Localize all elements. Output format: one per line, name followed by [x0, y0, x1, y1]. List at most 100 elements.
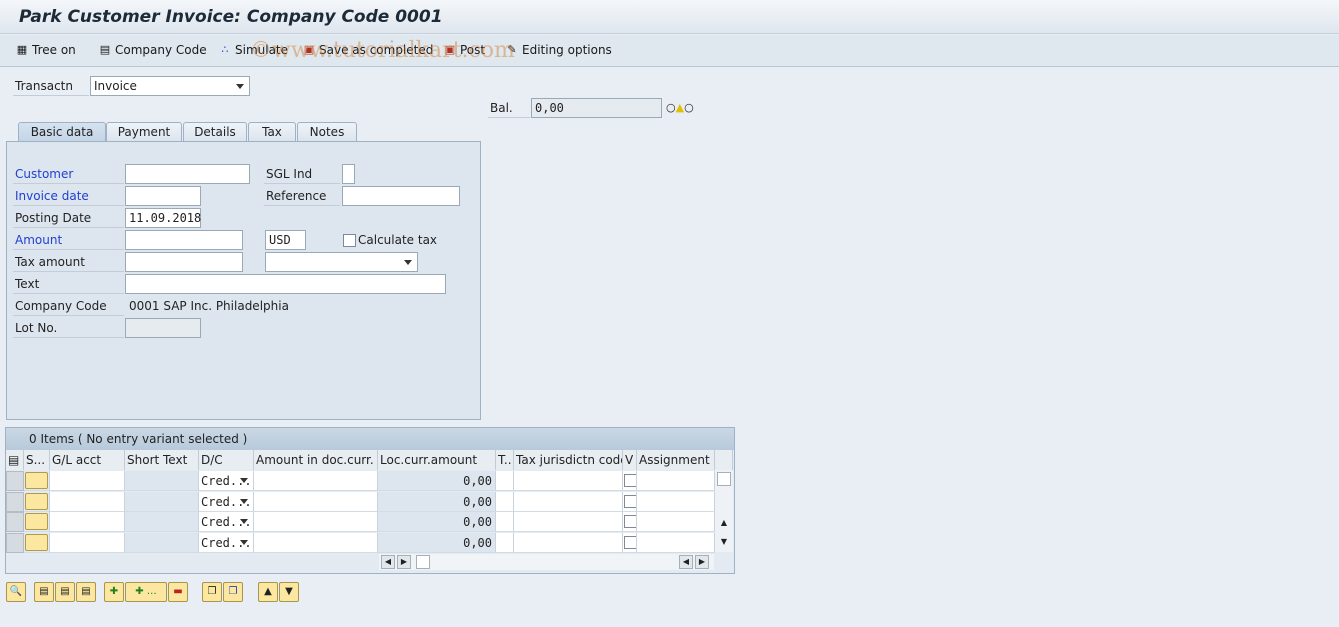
short-text-cell[interactable] — [125, 512, 199, 532]
insert-rows-button[interactable]: ✚ … — [125, 582, 167, 602]
tab-tax[interactable]: Tax — [248, 122, 296, 142]
v-checkbox[interactable] — [624, 474, 636, 487]
column-settings-icon[interactable]: ▤ — [6, 450, 24, 470]
status-button[interactable] — [24, 471, 50, 491]
row-selector[interactable] — [6, 491, 24, 512]
tax-jurisdiction-cell[interactable] — [514, 471, 623, 491]
h-scroll-thumb[interactable] — [416, 555, 430, 569]
row-selector[interactable] — [6, 471, 24, 491]
col-amount-doc[interactable]: Amount in doc.curr. — [254, 450, 378, 470]
reference-label: Reference — [264, 186, 340, 206]
status-yellow-button[interactable] — [25, 492, 48, 510]
tab-notes[interactable]: Notes — [297, 122, 357, 142]
company-code-button[interactable]: ▤ Company Code — [98, 43, 207, 57]
status-button[interactable] — [24, 512, 50, 532]
col-loc-amount[interactable]: Loc.curr.amount — [378, 450, 496, 470]
v-checkbox[interactable] — [624, 535, 636, 549]
amount-doc-cell[interactable] — [254, 491, 378, 512]
tab-basic-data[interactable]: Basic data — [18, 122, 106, 142]
scroll-right-end-button[interactable]: ▶ — [695, 555, 709, 569]
deselect-all-button[interactable]: ▤ — [76, 582, 96, 602]
editing-options-button[interactable]: ✎ Editing options — [505, 43, 611, 57]
col-assignment[interactable]: Assignment — [637, 450, 715, 470]
tab-payment[interactable]: Payment — [106, 122, 182, 142]
calculate-tax-checkbox[interactable] — [343, 234, 356, 247]
scroll-left-end-button[interactable]: ◀ — [679, 555, 693, 569]
col-short-text[interactable]: Short Text — [125, 450, 199, 470]
tax-jurisdiction-cell[interactable] — [514, 491, 623, 512]
col-dc[interactable]: D/C — [199, 450, 254, 470]
tax-code-dropdown[interactable] — [265, 252, 418, 272]
scroll-thumb[interactable] — [717, 472, 731, 486]
v-cell[interactable] — [623, 512, 637, 532]
v-cell[interactable] — [623, 471, 637, 491]
t-cell[interactable] — [496, 471, 514, 491]
gl-acct-cell[interactable] — [50, 532, 125, 553]
short-text-cell[interactable] — [125, 532, 199, 553]
scroll-up-button[interactable]: ▲ — [717, 517, 731, 531]
tax-jurisdiction-cell[interactable] — [514, 512, 623, 532]
sort-ascending-button[interactable]: ▲ — [258, 582, 278, 602]
gl-acct-cell[interactable] — [50, 471, 125, 491]
tax-amount-input[interactable] — [125, 252, 243, 272]
tax-jurisdiction-cell[interactable] — [514, 532, 623, 553]
status-button[interactable] — [24, 532, 50, 553]
status-button[interactable] — [24, 491, 50, 512]
select-all-button[interactable]: ▤ — [34, 582, 54, 602]
insert-row-button[interactable]: ✚ — [104, 582, 124, 602]
short-text-cell[interactable] — [125, 471, 199, 491]
t-cell[interactable] — [496, 532, 514, 553]
amount-doc-cell[interactable] — [254, 532, 378, 553]
sgl-ind-input[interactable] — [342, 164, 355, 184]
assignment-cell[interactable] — [637, 512, 715, 532]
transaction-dropdown[interactable]: Invoice — [90, 76, 250, 96]
customer-input[interactable] — [125, 164, 250, 184]
select-block-button[interactable]: ▤ — [55, 582, 75, 602]
currency-input[interactable]: USD — [265, 230, 306, 250]
filter-button[interactable]: ▼ — [279, 582, 299, 602]
assignment-cell[interactable] — [637, 491, 715, 512]
dc-dropdown[interactable]: Cred... — [199, 471, 254, 491]
scroll-right-button[interactable]: ▶ — [397, 555, 411, 569]
delete-row-button[interactable]: ▬ — [168, 582, 188, 602]
t-cell[interactable] — [496, 512, 514, 532]
gl-acct-cell[interactable] — [50, 491, 125, 512]
details-button[interactable]: 🔍 — [6, 582, 26, 602]
reference-input[interactable] — [342, 186, 460, 206]
v-cell[interactable] — [623, 532, 637, 553]
assignment-cell[interactable] — [637, 532, 715, 553]
gl-acct-cell[interactable] — [50, 512, 125, 532]
scroll-down-button[interactable]: ▼ — [717, 536, 731, 550]
text-input[interactable] — [125, 274, 446, 294]
amount-input[interactable] — [125, 230, 243, 250]
col-v[interactable]: V — [623, 450, 637, 470]
short-text-cell[interactable] — [125, 491, 199, 512]
tree-on-button[interactable]: ▦ Tree on — [15, 43, 76, 57]
col-t[interactable]: T.. — [496, 450, 514, 470]
status-yellow-button[interactable] — [25, 472, 48, 489]
scroll-left-button[interactable]: ◀ — [381, 555, 395, 569]
v-checkbox[interactable] — [624, 515, 636, 528]
invoice-date-input[interactable] — [125, 186, 201, 206]
t-cell[interactable] — [496, 491, 514, 512]
paste-button[interactable]: ❐ — [223, 582, 243, 602]
status-yellow-button[interactable] — [25, 533, 48, 551]
sort-icon: ▲ — [264, 586, 272, 597]
v-checkbox[interactable] — [624, 494, 636, 508]
amount-doc-cell[interactable] — [254, 471, 378, 491]
dc-dropdown[interactable]: Cred... — [199, 532, 254, 553]
dc-dropdown[interactable]: Cred... — [199, 491, 254, 512]
col-tax-jurisdiction[interactable]: Tax jurisdictn code — [514, 450, 623, 470]
row-selector[interactable] — [6, 512, 24, 532]
copy-button[interactable]: ❐ — [202, 582, 222, 602]
amount-doc-cell[interactable] — [254, 512, 378, 532]
status-yellow-button[interactable] — [25, 513, 48, 530]
row-selector[interactable] — [6, 532, 24, 553]
posting-date-input[interactable]: 11.09.2018 — [125, 208, 201, 228]
tab-details[interactable]: Details — [183, 122, 247, 142]
assignment-cell[interactable] — [637, 471, 715, 491]
col-s[interactable]: S... — [24, 450, 50, 470]
col-gl-acct[interactable]: G/L acct — [50, 450, 125, 470]
dc-dropdown[interactable]: Cred... — [199, 512, 254, 532]
v-cell[interactable] — [623, 491, 637, 512]
